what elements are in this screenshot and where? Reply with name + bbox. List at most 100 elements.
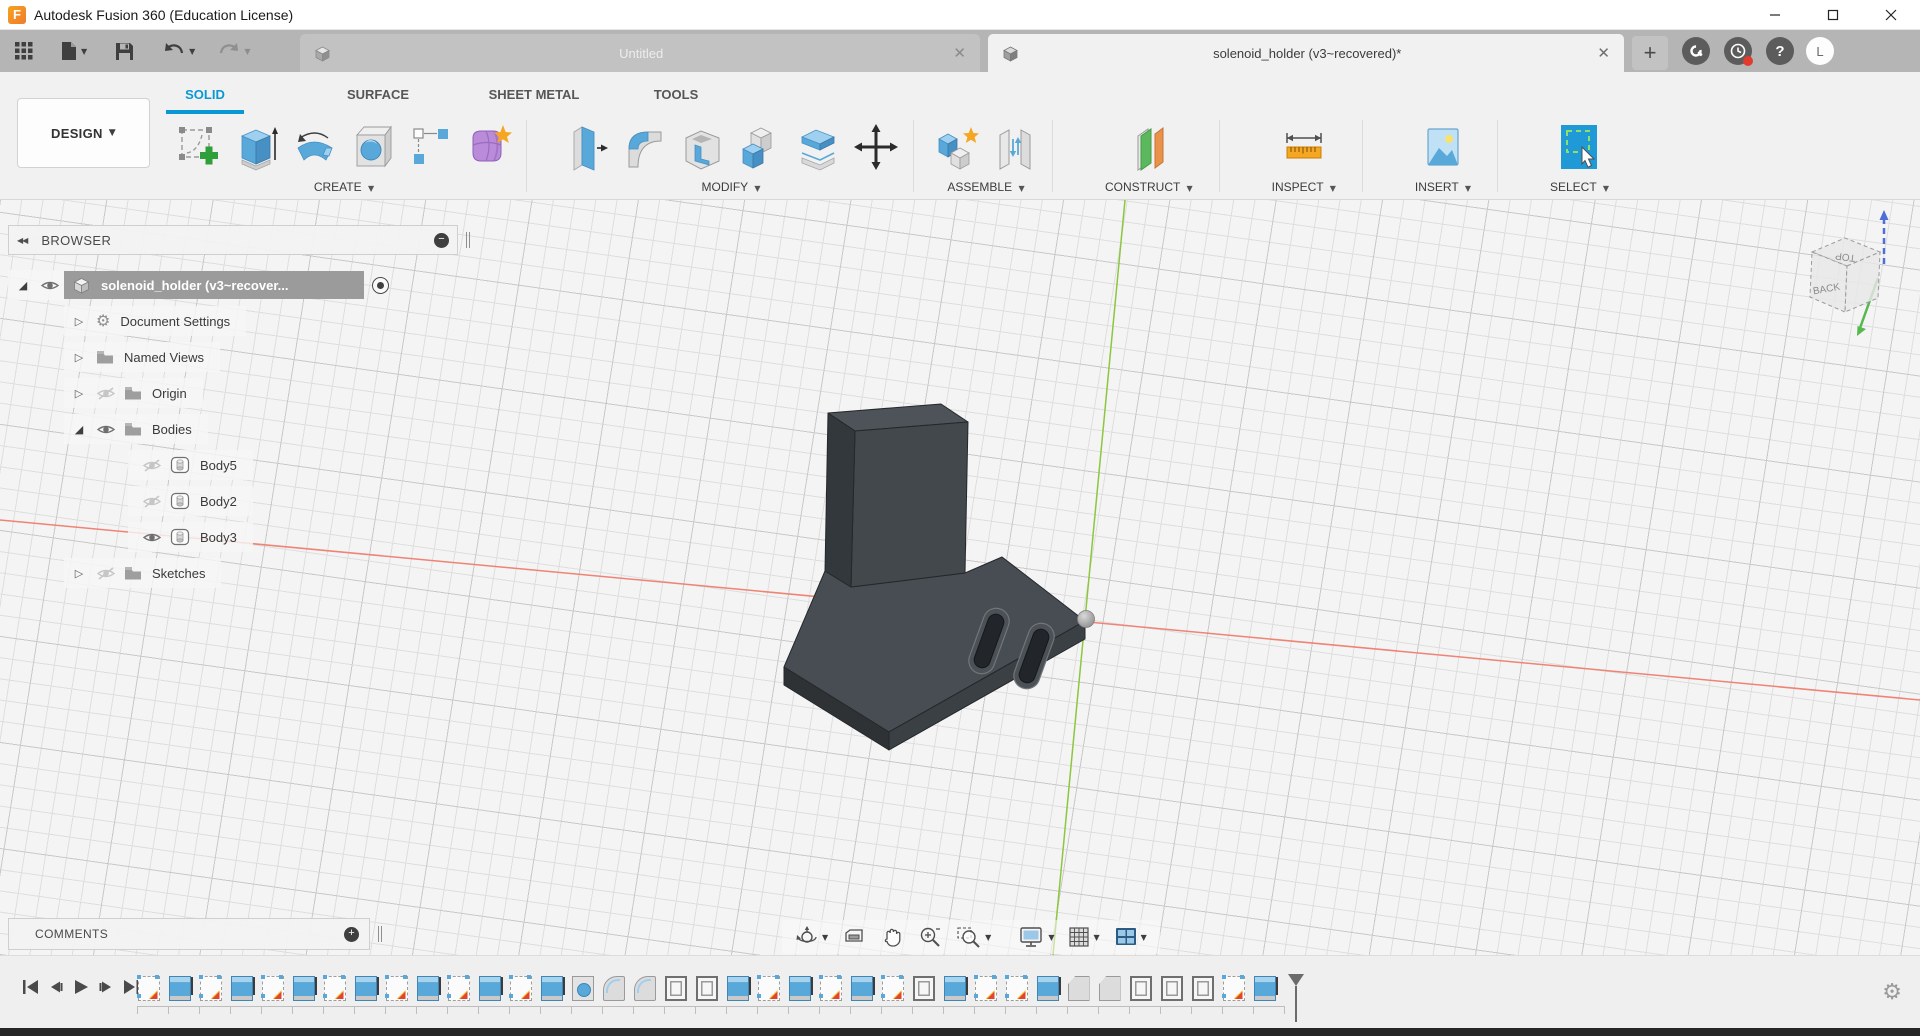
measure-button[interactable] [1278,116,1330,178]
save-button[interactable] [109,30,140,72]
tab-solid[interactable]: SOLID [170,72,240,116]
app-launcher-icon[interactable] [8,30,40,72]
timeline-feature-box[interactable] [1161,976,1183,1001]
file-menu-button[interactable]: ▼ [54,30,93,72]
create-sketch-button[interactable] [170,116,228,178]
timeline-feature-extrude[interactable] [417,976,439,1001]
timeline-feature-sketch[interactable] [262,976,284,1001]
expand-icon[interactable]: ◢ [14,279,32,292]
timeline-feature-extrude[interactable] [479,976,501,1001]
origin-point[interactable] [1078,611,1095,628]
browser-drag-handle[interactable] [466,232,470,248]
insert-image-button[interactable] [1417,116,1469,178]
comments-header[interactable]: COMMENTS + [8,918,370,950]
inspect-menu[interactable]: INSPECT ▼ [1272,180,1336,194]
create-form-button[interactable] [460,116,518,178]
timeline-feature-sketch[interactable] [448,976,470,1001]
timeline-feature-sketch[interactable] [138,976,160,1001]
activate-component-radio[interactable] [372,277,389,294]
timeline-feature-sketch[interactable] [1006,976,1028,1001]
redo-button[interactable]: ▼ [211,30,256,72]
timeline-feature-box[interactable] [696,976,718,1001]
minimize-button[interactable] [1746,0,1804,30]
look-at-button[interactable] [835,922,873,952]
joint-button[interactable] [986,116,1044,178]
combine-button[interactable] [731,116,789,178]
timeline-feature-extrude[interactable] [1037,976,1059,1001]
timeline-feature-extrude[interactable] [355,976,377,1001]
timeline-feature-extrude[interactable] [1254,976,1276,1001]
visibility-eye-icon[interactable] [40,279,60,292]
browser-row-body3[interactable]: Body3 [8,519,478,555]
shell-button[interactable] [673,116,731,178]
notifications-icon[interactable] [1724,37,1752,65]
browser-row-named-views[interactable]: ▷ Named Views [8,339,478,375]
timeline-feature-extrude[interactable] [169,976,191,1001]
play-button[interactable] [72,978,90,996]
timeline-playhead[interactable] [1288,974,1304,1022]
visibility-eye-icon[interactable] [96,423,116,436]
move-copy-button[interactable] [847,116,905,178]
construct-menu[interactable]: CONSTRUCT ▼ [1105,180,1193,194]
timeline-feature-sketch[interactable] [386,976,408,1001]
timeline-feature-sketch[interactable] [1223,976,1245,1001]
timeline-feature-extrude[interactable] [231,976,253,1001]
new-component-button[interactable] [928,116,986,178]
timeline-feature-extrude[interactable] [293,976,315,1001]
workspace-selector[interactable]: DESIGN▼ [17,98,150,168]
timeline-feature-extrude[interactable] [851,976,873,1001]
new-document-button[interactable]: + [1632,36,1668,70]
select-menu[interactable]: SELECT ▼ [1550,180,1609,194]
modify-menu[interactable]: MODIFY ▼ [702,180,761,194]
timeline-settings-gear-icon[interactable]: ⚙ [1882,980,1902,1005]
offset-face-button[interactable] [789,116,847,178]
minimize-browser-icon[interactable]: − [434,233,449,248]
visibility-eye-icon[interactable] [142,531,162,544]
tab-close-icon[interactable]: ✕ [1597,44,1610,62]
help-icon[interactable]: ? [1766,37,1794,65]
timeline-feature-sketch[interactable] [975,976,997,1001]
timeline-feature-hole[interactable] [572,976,594,1001]
timeline-feature-sketch[interactable] [758,976,780,1001]
timeline-feature-box[interactable] [665,976,687,1001]
timeline-feature-sketch[interactable] [882,976,904,1001]
selected-root-node[interactable]: solenoid_holder (v3~recover... [64,271,364,299]
timeline-feature-box[interactable] [1192,976,1214,1001]
visibility-off-icon[interactable] [96,387,116,400]
timeline-feature-fillet[interactable] [603,976,625,1001]
timeline-feature-sketch[interactable] [324,976,346,1001]
model-solenoid-holder[interactable] [784,404,1085,750]
browser-row-document-settings[interactable]: ▷ ⚙ Document Settings [8,303,478,339]
visibility-off-icon[interactable] [142,495,162,508]
timeline-feature-fillet[interactable] [634,976,656,1001]
window-zoom-button[interactable]: ▼ [949,922,998,952]
expand-icon[interactable]: ▷ [70,315,88,328]
maximize-button[interactable] [1804,0,1862,30]
zoom-button[interactable] [911,922,949,952]
browser-row-bodies[interactable]: ◢ Bodies [8,411,478,447]
construction-plane-button[interactable] [1123,116,1175,178]
display-settings-button[interactable]: ▼ [1012,922,1061,952]
step-back-button[interactable] [47,978,65,996]
assemble-menu[interactable]: ASSEMBLE ▼ [947,180,1024,194]
view-cube[interactable]: TOP BACK [1810,210,1889,336]
tab-tools[interactable]: TOOLS [626,72,726,116]
timeline-feature-sketch[interactable] [510,976,532,1001]
orbit-button[interactable]: ▼ [788,922,835,952]
timeline-feature-extrude[interactable] [727,976,749,1001]
create-menu[interactable]: CREATE ▼ [314,180,374,194]
browser-row-sketches[interactable]: ▷ Sketches [8,555,478,591]
timeline-feature-extrude[interactable] [789,976,811,1001]
select-button[interactable] [1553,116,1605,178]
timeline-feature-chamfer[interactable] [1099,976,1121,1001]
rectangular-pattern-button[interactable] [402,116,460,178]
user-avatar[interactable]: L [1806,37,1834,65]
browser-row-body5[interactable]: Body5 [8,447,478,483]
expand-icon[interactable]: ▷ [70,387,88,400]
visibility-off-icon[interactable] [96,567,116,580]
timeline-feature-extrude[interactable] [944,976,966,1001]
visibility-off-icon[interactable] [142,459,162,472]
document-tab-untitled[interactable]: Untitled ✕ [300,34,980,72]
revolve-button[interactable] [286,116,344,178]
go-to-start-button[interactable] [22,978,40,996]
